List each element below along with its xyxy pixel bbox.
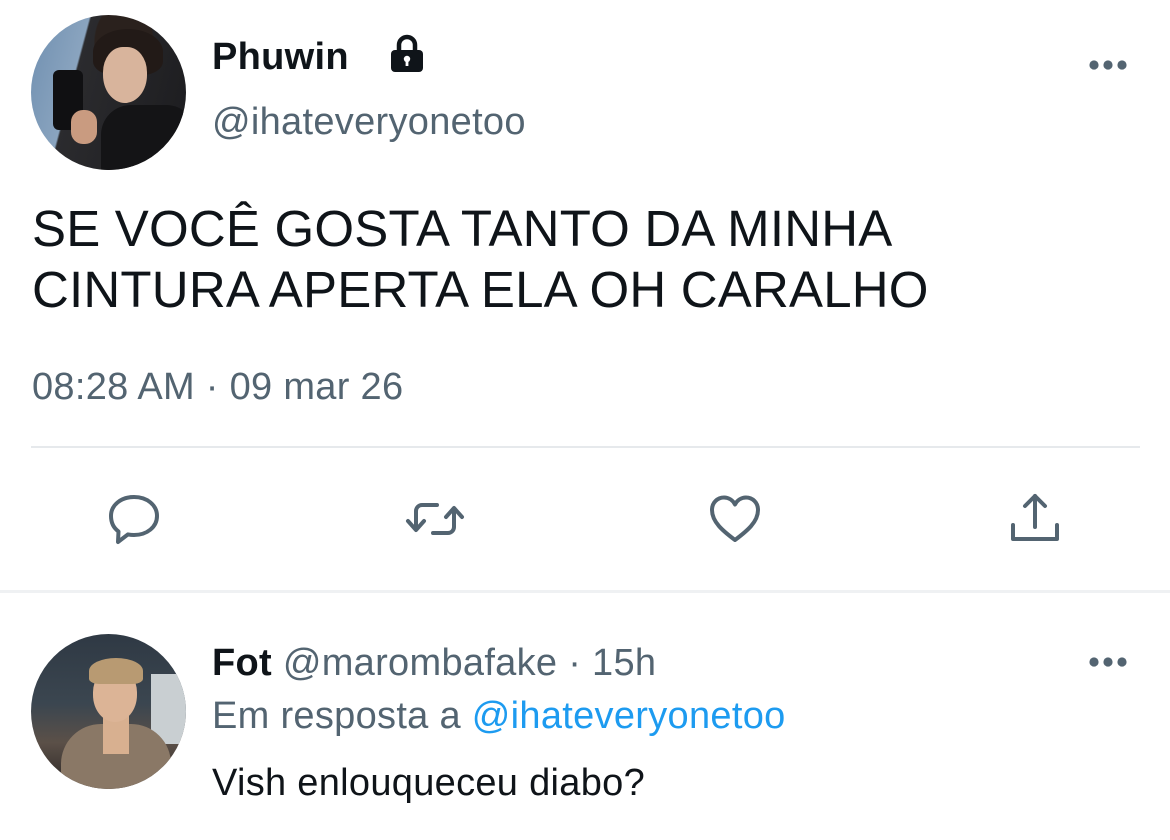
section-divider [0,590,1170,593]
reply-header: Fot @marombafake · 15h [212,642,656,685]
divider [31,446,1140,448]
in-reply-handle-link[interactable]: @ihateveryonetoo [472,695,786,737]
reply-author-avatar[interactable] [31,634,186,789]
avatar-hair [89,658,143,684]
author-name[interactable]: Phuwin [212,36,349,79]
avatar-coat [101,105,186,170]
share-icon [1011,494,1059,541]
tweet-timestamp[interactable]: 08:28 AM · 09 mar 26 [32,366,403,409]
reply-button[interactable] [102,487,166,551]
like-button[interactable] [703,487,767,551]
author-handle[interactable]: @ihateveryonetoo [212,101,526,144]
more-options-icon[interactable] [1088,59,1128,71]
heart-icon [710,495,760,542]
author-avatar[interactable] [31,15,186,170]
lock-icon [391,34,423,72]
reply-icon [109,495,159,544]
reply-handle-text: @marombafake [282,642,558,684]
in-reply-prefix: Em resposta a [212,695,472,737]
reply-text: Vish enlouqueceu diabo? [212,762,646,804]
avatar-face [103,47,147,103]
tweet-text: SE VOCÊ GOSTA TANTO DA MINHA CINTURA APE… [32,198,1132,320]
avatar-hand [71,110,97,144]
retweet-button[interactable] [403,487,467,551]
more-options-icon[interactable] [1088,656,1128,668]
tweet-text-line: SE VOCÊ GOSTA TANTO DA MINHA [32,200,893,257]
tweet-detail-page: Phuwin @ihateveryonetoo SE VOCÊ GOSTA TA… [0,0,1170,840]
in-reply-to: Em resposta a @ihateveryonetoo [212,695,786,738]
retweet-icon [406,503,464,535]
reply-author-handle[interactable]: @marombafake [283,642,558,684]
reply-separator: · [557,642,593,684]
reply-age[interactable]: 15h [592,642,656,684]
tweet-text-line: CINTURA APERTA ELA OH CARALHO [32,261,929,318]
share-button[interactable] [1003,487,1067,551]
reply-author-name[interactable]: Fot [212,642,272,684]
